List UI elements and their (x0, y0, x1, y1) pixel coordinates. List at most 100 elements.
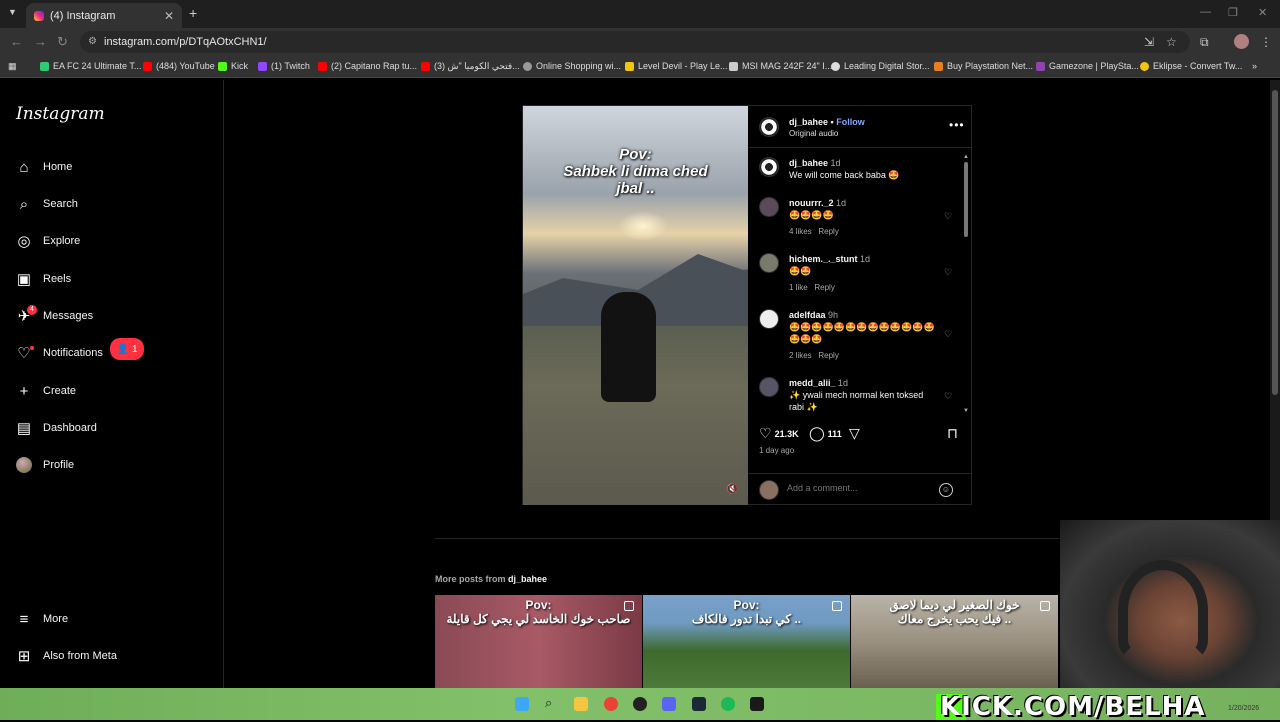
url-bar[interactable]: ⚙ instagram.com/p/DTqAOtxCHN1/ (80, 31, 1190, 53)
comments-scrollbar[interactable]: ▲ ▼ (963, 154, 969, 414)
bookmark-item[interactable]: Level Devil - Play Le... (625, 61, 728, 71)
back-icon[interactable]: ← (10, 34, 23, 49)
comments-scroll-thumb[interactable] (964, 162, 968, 237)
spotify-icon[interactable] (721, 697, 735, 711)
kick-app-icon[interactable] (750, 697, 764, 711)
scroll-up-icon[interactable]: ▲ (963, 154, 969, 160)
obs-icon[interactable] (633, 697, 647, 711)
extensions-icon[interactable]: ⧉ (1200, 35, 1209, 50)
nav-search[interactable]: ⌕ Search (16, 192, 78, 216)
notifications-count-pill[interactable]: 👤 1 (110, 338, 144, 360)
more-post-thumb[interactable]: Pov: كي تبدا تدور فالكاف .. (643, 595, 850, 688)
more-bookmarks-icon[interactable]: » (1252, 61, 1257, 71)
bookmark-label: (1) Twitch (271, 61, 310, 71)
comment-button[interactable]: ◯ 111 (809, 425, 842, 442)
bookmark-item[interactable]: MSI MAG 242F 24" I... (729, 61, 832, 71)
comment-username[interactable]: hichem._._stunt (789, 254, 858, 264)
like-comment-icon[interactable]: ♡ (944, 329, 952, 340)
nav-also-from-meta[interactable]: ⊞ Also from Meta (16, 644, 117, 668)
nav-home[interactable]: ⌂ Home (16, 155, 72, 179)
bookmark-item[interactable]: (2) Capitano Rap tu... (318, 61, 417, 71)
commenter-avatar[interactable] (759, 197, 779, 217)
site-info-icon[interactable]: ⚙ (88, 31, 97, 53)
page-scroll-thumb[interactable] (1272, 90, 1278, 395)
bookmark-item[interactable]: (1) Twitch (258, 61, 310, 71)
nav-more[interactable]: ≡ More (16, 607, 68, 631)
bookmark-item[interactable]: Gamezone | PlaySta... (1036, 61, 1139, 71)
bookmark-item[interactable]: Leading Digital Stor... (831, 61, 930, 71)
nav-reels[interactable]: ▣ Reels (16, 267, 71, 291)
reply-button[interactable]: Reply (818, 227, 838, 236)
tab-search-icon[interactable]: ▼ (8, 7, 17, 17)
likes-count[interactable]: 21.3K (775, 429, 799, 439)
install-app-icon[interactable]: ⇲ (1144, 35, 1154, 49)
windows-start-icon[interactable] (515, 697, 529, 711)
new-tab-icon[interactable]: + (189, 5, 197, 21)
save-button[interactable]: ⊓ (947, 425, 958, 442)
scroll-down-icon[interactable]: ▼ (963, 408, 969, 414)
apps-grid-icon[interactable]: ▦ (8, 61, 17, 72)
more-posts-user[interactable]: dj_bahee (508, 574, 547, 584)
browser-tab-instagram[interactable]: (4) Instagram ✕ (26, 3, 182, 28)
comment-likes[interactable]: 1 like (789, 283, 808, 292)
like-comment-icon[interactable]: ♡ (944, 211, 952, 222)
comment-username[interactable]: adelfdaa (789, 310, 826, 320)
author-username[interactable]: dj_bahee (789, 117, 828, 127)
like-comment-icon[interactable]: ♡ (944, 267, 952, 278)
bookmark-item[interactable]: EA FC 24 Ultimate T... (40, 61, 141, 71)
share-button[interactable]: ▽ (849, 425, 860, 442)
browser-profile-avatar[interactable] (1234, 34, 1249, 49)
bookmark-item[interactable]: Online Shopping wi... (523, 61, 621, 71)
follow-button[interactable]: Follow (836, 117, 865, 127)
more-post-thumb[interactable]: Pov: صاحب خوك الخاسد لي يجي كل قايلة (435, 595, 642, 688)
maximize-icon[interactable]: ❐ (1228, 6, 1238, 19)
commenter-avatar[interactable] (759, 377, 779, 397)
audio-label[interactable]: Original audio (789, 129, 838, 138)
nav-create[interactable]: + Create (16, 379, 76, 403)
browser-menu-icon[interactable]: ⋮ (1260, 35, 1272, 49)
bookmark-item[interactable]: Eklipse - Convert Tw... (1140, 61, 1242, 71)
comment-username[interactable]: medd_alii_ (789, 378, 836, 388)
commenter-avatar[interactable] (759, 253, 779, 273)
comment-likes[interactable]: 4 likes (789, 227, 812, 236)
like-button[interactable]: ♡ 21.3K (759, 425, 799, 442)
close-tab-icon[interactable]: ✕ (164, 9, 174, 23)
bookmark-item[interactable]: (484) YouTube (143, 61, 215, 71)
nav-dashboard[interactable]: ▤ Dashboard (16, 416, 97, 440)
more-post-thumb[interactable]: خوك الصغير لي ديما لاصق فيك يحب يخرج معا… (851, 595, 1058, 688)
bookmark-item[interactable]: Buy Playstation Net... (934, 61, 1033, 71)
bookmark-star-icon[interactable]: ☆ (1166, 35, 1177, 49)
discord-icon[interactable] (662, 697, 676, 711)
like-comment-icon[interactable]: ♡ (944, 391, 952, 402)
commenter-avatar[interactable] (759, 157, 779, 177)
post-video[interactable]: Pov: Sahbek li dima ched jbal .. 🔇 (523, 106, 748, 505)
minimize-icon[interactable]: — (1200, 6, 1211, 18)
forward-icon[interactable]: → (34, 34, 47, 49)
author-avatar[interactable] (759, 117, 779, 137)
comment-input[interactable] (787, 483, 927, 493)
bookmark-label: (3) فتحي الكوميا "ش... (434, 61, 520, 71)
more-options-icon[interactable]: ••• (949, 118, 965, 132)
close-window-icon[interactable]: ✕ (1258, 6, 1267, 19)
bookmark-item[interactable]: Kick (218, 61, 248, 71)
bookmark-item[interactable]: (3) فتحي الكوميا "ش... (421, 61, 520, 72)
search-icon: ⌕ (19, 195, 29, 213)
comment-username[interactable]: nouurrr._2 (789, 198, 834, 208)
steam-icon[interactable] (692, 697, 706, 711)
comment-likes[interactable]: 2 likes (789, 351, 812, 360)
nav-explore[interactable]: ◎ Explore (16, 229, 80, 253)
mute-icon[interactable]: 🔇 (726, 484, 738, 495)
instagram-logo[interactable]: Instagram (16, 104, 105, 124)
search-icon[interactable]: ⌕ (545, 695, 559, 710)
commenter-avatar[interactable] (759, 309, 779, 329)
reply-button[interactable]: Reply (818, 351, 838, 360)
nav-notifications[interactable]: ♡ Notifications (16, 341, 103, 365)
file-explorer-icon[interactable] (574, 697, 588, 711)
reply-button[interactable]: Reply (814, 283, 834, 292)
emoji-icon[interactable]: ☺ (939, 483, 953, 497)
level-devil-icon (625, 61, 634, 71)
chrome-icon[interactable] (604, 697, 618, 711)
nav-profile[interactable]: Profile (16, 453, 74, 477)
comment-username[interactable]: dj_bahee (789, 158, 828, 168)
reload-icon[interactable]: ↻ (57, 34, 68, 50)
